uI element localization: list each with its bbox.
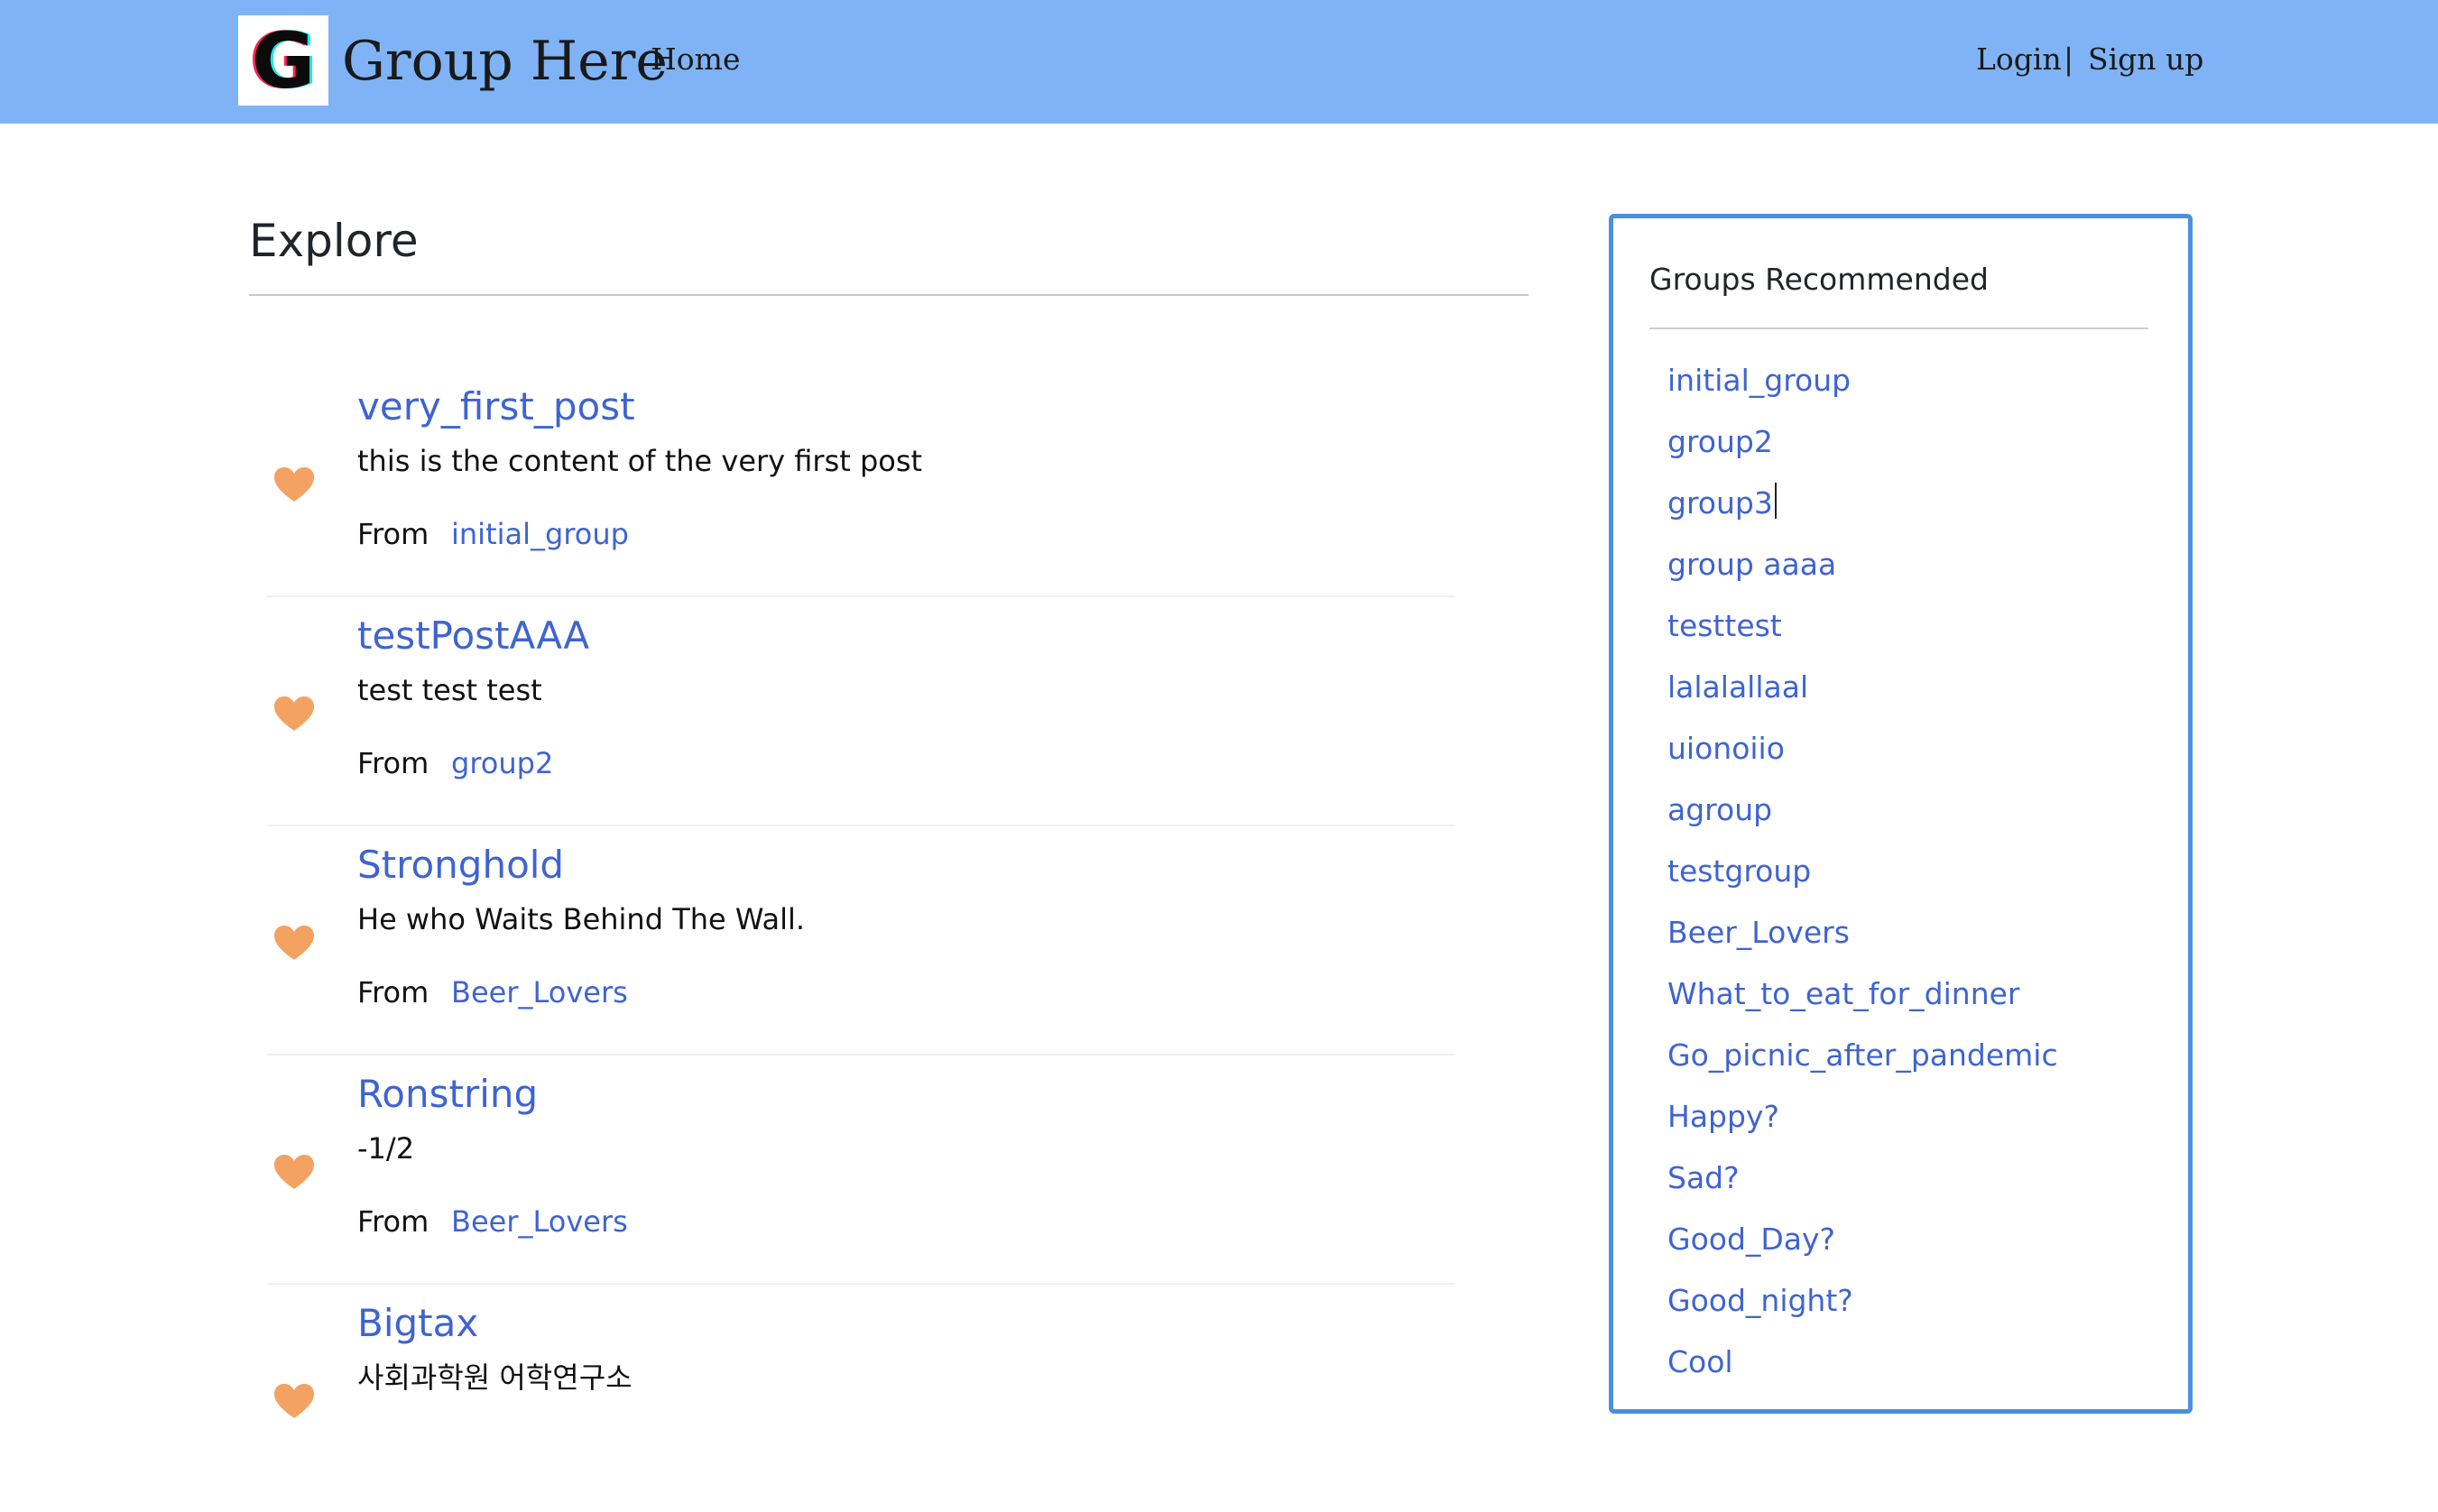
group-link[interactable]: Beer_Lovers [1667,912,2058,973]
group-list: initial_group group2 group3 group aaaa t… [1667,360,2058,1403]
post-item: testPostAAA test test test From group2 [267,596,1455,826]
group-link[interactable]: Happy? [1667,1096,2058,1157]
heart-icon[interactable] [274,1384,314,1420]
post-title[interactable]: Stronghold [357,838,564,892]
group-link[interactable]: lalalallaal [1667,667,2058,728]
heart-icon[interactable] [274,1155,314,1191]
post-content: test test test [357,673,542,707]
heart-icon[interactable] [274,926,314,962]
post-from-label: From [357,975,429,1010]
group-link[interactable]: Sad? [1667,1157,2058,1219]
group-link[interactable]: agroup [1667,789,2058,851]
group-link[interactable]: Go_picnic_after_pandemic [1667,1035,2058,1096]
post-item: Bigtax 사회과학원 어학연구소 [267,1284,1455,1512]
group-link[interactable]: uionoiio [1667,728,2058,789]
post-item: Stronghold He who Waits Behind The Wall.… [267,825,1455,1056]
logo-icon: G G G [249,16,319,106]
group-link[interactable]: What_to_eat_for_dinner [1667,973,2058,1035]
group-link[interactable]: Good_Day? [1667,1219,2058,1280]
post-from-label: From [357,746,429,780]
sidebar-title: Groups Recommended [1649,262,1989,297]
post-from-label: From [357,517,429,551]
signup-link[interactable]: Sign up [2088,36,2203,83]
sidebar-divider [1649,327,2148,329]
post-group-link[interactable]: group2 [451,743,553,783]
post-title[interactable]: Bigtax [357,1296,478,1351]
post-content: -1/2 [357,1131,415,1166]
post-title[interactable]: Ronstring [357,1067,538,1121]
brand-name[interactable]: Group Here [342,23,668,99]
group-link[interactable]: initial_group [1667,360,2058,421]
group-link[interactable]: Cool [1667,1341,2058,1403]
group-link[interactable]: testgroup [1667,851,2058,912]
text-cursor [1774,483,1777,519]
nav-home-link[interactable]: Home [651,36,740,83]
logo[interactable]: G G G [238,15,328,106]
post-from-label: From [357,1204,429,1239]
post-group-link[interactable]: initial_group [451,514,629,554]
group-link[interactable]: group aaaa [1667,544,2058,605]
post-item: very_first_post this is the content of t… [267,367,1455,597]
page-title: Explore [249,215,419,267]
heart-icon[interactable] [274,696,314,733]
post-title[interactable]: very_first_post [357,380,635,434]
post-group-link[interactable]: Beer_Lovers [451,973,628,1012]
post-content: 사회과학원 어학연구소 [357,1360,633,1395]
groups-recommended-panel: Groups Recommended initial_group group2 … [1609,214,2193,1414]
post-group-link[interactable]: Beer_Lovers [451,1202,628,1241]
group-link[interactable]: testtest [1667,605,2058,667]
logo-letter: G [252,16,316,106]
group-link-label[interactable]: group3 [1667,485,1773,521]
post-title[interactable]: testPostAAA [357,609,589,663]
post-content: this is the content of the very first po… [357,444,923,478]
login-link[interactable]: Login [1976,36,2062,83]
group-link[interactable]: Good_night? [1667,1280,2058,1341]
group-link[interactable]: group2 [1667,421,2058,483]
post-content: He who Waits Behind The Wall. [357,902,806,936]
navbar: G G G Group Here Home Login | Sign up [0,0,2438,124]
group-link[interactable]: group3 [1667,483,2058,544]
nav-separator: | [2064,41,2074,77]
heart-icon[interactable] [274,467,314,503]
post-item: Ronstring -1/2 From Beer_Lovers [267,1055,1455,1285]
title-divider [249,294,1528,296]
